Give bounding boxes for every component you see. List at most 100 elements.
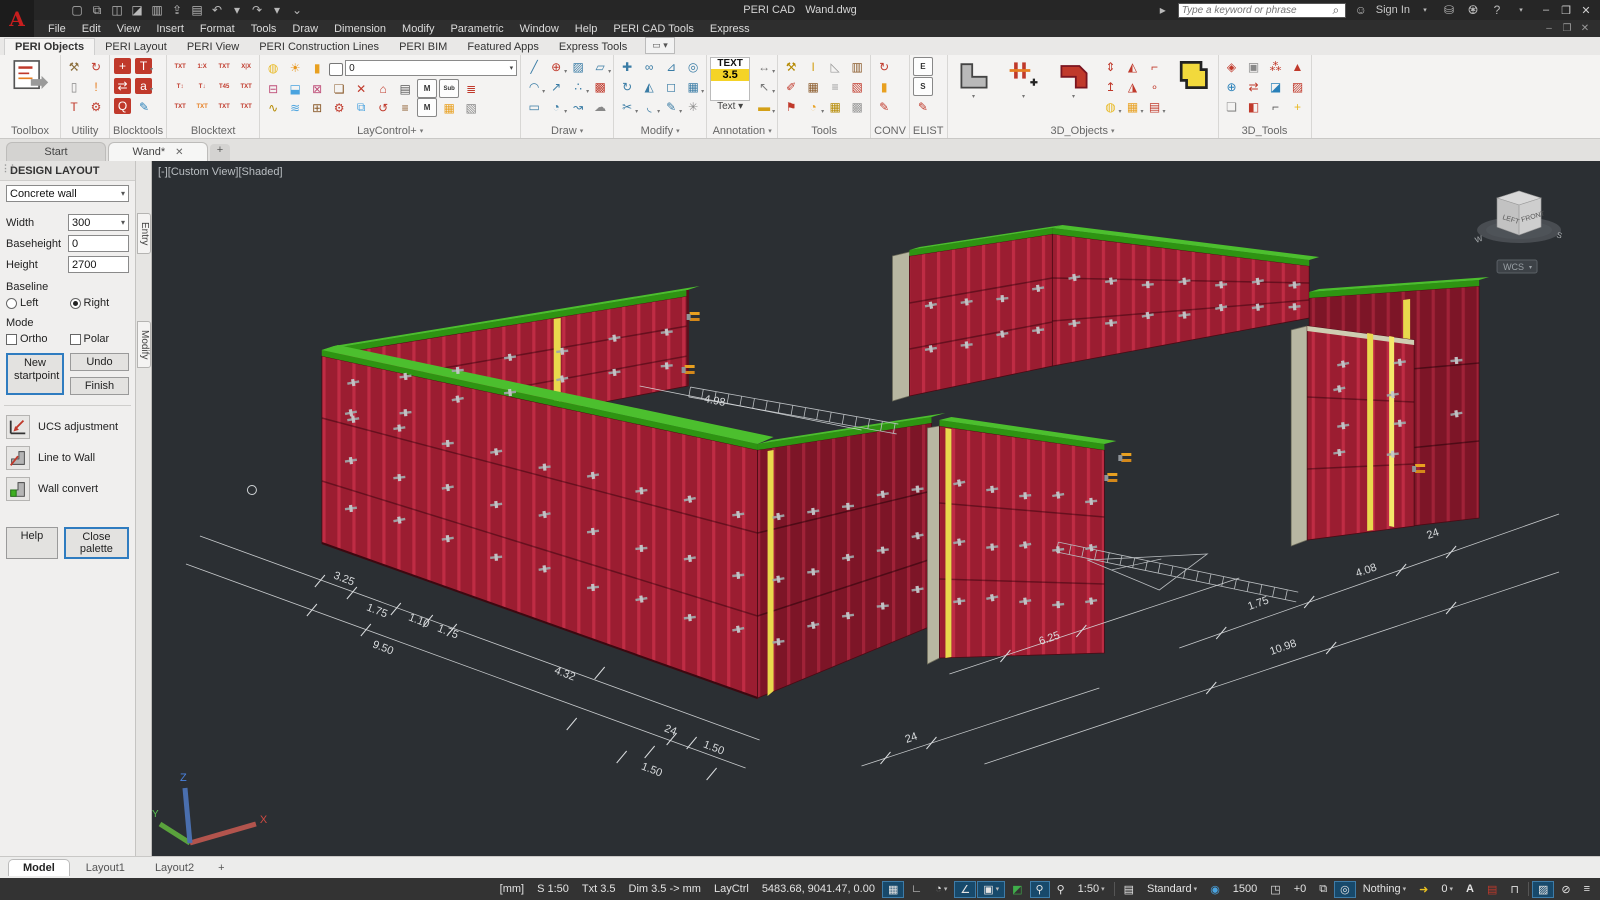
line-to-wall-tool[interactable]: Line to Wall	[6, 446, 129, 470]
app-logo[interactable]: A	[0, 0, 34, 37]
layer-stack-icon[interactable]: ≡	[395, 98, 415, 117]
text-height-icon[interactable]: T↕	[170, 77, 190, 96]
conv-update-icon[interactable]: ↻	[874, 57, 894, 76]
menu-express[interactable]: Express	[702, 22, 758, 36]
copy-objects-icon[interactable]: ❏	[1222, 97, 1242, 116]
qat-customize-icon[interactable]: ⌄	[288, 2, 306, 18]
block-add-icon[interactable]: +	[114, 58, 131, 74]
help-button[interactable]: Help	[6, 527, 58, 559]
transfer-icon[interactable]: ⇪	[168, 2, 186, 18]
dimension-icon[interactable]: ↔▾	[754, 57, 774, 76]
group-label[interactable]: Tools	[781, 123, 867, 138]
app-store-icon[interactable]: ⛁	[1440, 2, 1458, 18]
hatch-icon[interactable]: ▨	[568, 57, 588, 76]
menu-tools[interactable]: Tools	[243, 22, 285, 36]
block-text-icon[interactable]: T▾	[135, 58, 152, 74]
ortho-toggle[interactable]: ∟	[905, 881, 928, 897]
triangle-right-icon[interactable]: ◮	[1123, 77, 1143, 96]
palette-tab-entry[interactable]: Entry	[137, 213, 151, 254]
panel-height-icon[interactable]: ⇕	[1101, 57, 1121, 76]
hatch-box-icon[interactable]: ▨	[1288, 77, 1308, 96]
layout-tab-layout1[interactable]: Layout1	[72, 860, 139, 876]
minimize-button[interactable]: –	[1536, 4, 1556, 17]
circle-icon[interactable]: ◔▾	[546, 97, 566, 116]
new-file-icon[interactable]: ▢	[68, 2, 86, 18]
layer-restore-icon[interactable]: ↺	[373, 98, 393, 117]
rectangle2-icon[interactable]: ▱▾	[590, 57, 610, 76]
explode-icon[interactable]: ✳	[683, 97, 703, 116]
level-peak-icon[interactable]: ▲	[1288, 57, 1308, 76]
file-tab-wand-[interactable]: Wand*✕	[108, 142, 208, 161]
search-input[interactable]	[1179, 5, 1327, 16]
group-label[interactable]: Draw▾	[524, 123, 610, 138]
menu-edit[interactable]: Edit	[74, 22, 109, 36]
menu-insert[interactable]: Insert	[148, 22, 192, 36]
layer-fade-icon[interactable]: ≋	[285, 98, 305, 117]
help-icon[interactable]: ?	[1488, 2, 1506, 18]
text-dropdown[interactable]: Text ▾	[710, 101, 750, 112]
panel-top-icon[interactable]: ↥	[1101, 77, 1121, 96]
globe-tool-icon[interactable]: ⊕	[1222, 77, 1242, 96]
group-label[interactable]: Blocktools	[113, 123, 163, 138]
layer-isolate-icon[interactable]: ⊠	[307, 79, 327, 98]
layer-combo[interactable]: 0▾	[345, 60, 517, 76]
triangle-left-icon[interactable]: ◭	[1123, 57, 1143, 76]
trim-icon[interactable]: ✂▾	[617, 97, 637, 116]
group-label[interactable]: 3D_Objects▾	[951, 123, 1215, 138]
annotation-scale-display[interactable]: 1:50▾	[1072, 881, 1111, 897]
polar-checkbox[interactable]: Polar	[70, 333, 130, 345]
text-lock-icon[interactable]: TXT	[236, 97, 256, 116]
line-icon[interactable]: ╱	[524, 57, 544, 76]
ribbon-tab-peri-objects[interactable]: PERI Objects	[4, 38, 95, 55]
wall-type-select[interactable]: Concrete wall▾	[6, 185, 129, 202]
rotate-panel-icon[interactable]: ⇄	[1244, 77, 1264, 96]
help-dropdown-icon[interactable]: ▾	[1512, 2, 1530, 18]
prop-tool-icon[interactable]: ⚒	[781, 57, 801, 76]
layer-bulb-icon[interactable]: ◍	[263, 59, 283, 78]
height-input[interactable]: 2700	[68, 256, 129, 273]
ramp-icon[interactable]: ◺	[825, 57, 845, 76]
undo-button[interactable]: Undo	[70, 353, 129, 371]
sign-in-dropdown-icon[interactable]: ▾	[1416, 2, 1434, 18]
text-angle-icon[interactable]: T45	[214, 77, 234, 96]
filter-count-display[interactable]: 0▾	[1435, 881, 1459, 897]
group-label[interactable]: 3D_Tools	[1222, 123, 1308, 138]
center-mark-icon[interactable]: ⊕▾	[546, 57, 566, 76]
stretch-icon[interactable]: ⊿	[661, 57, 681, 76]
elist-edit-icon[interactable]: ✎	[913, 97, 933, 116]
rectangle-icon[interactable]: ▭	[524, 97, 544, 116]
match-properties-icon[interactable]: M	[417, 79, 437, 98]
revision-cloud-icon[interactable]: ☁	[590, 97, 610, 116]
layout-tab-model[interactable]: Model	[8, 859, 70, 876]
block-replace-icon[interactable]: ⇄	[114, 78, 131, 94]
object-snap-toggle[interactable]: ▣▾	[977, 881, 1005, 898]
spanner-icon[interactable]: ⚒	[64, 57, 84, 76]
text-turn-icon[interactable]: TXT	[214, 97, 234, 116]
palette-tab-modify[interactable]: Modify	[137, 321, 151, 368]
group-label[interactable]: Annotation▾	[710, 123, 774, 138]
text-style-icon[interactable]: TEXT3.5	[710, 57, 750, 101]
ribbon-tab-express-tools[interactable]: Express Tools	[549, 39, 637, 55]
new-drawing-icon[interactable]: ▯	[64, 77, 84, 96]
array-icon[interactable]: ▦▾	[683, 77, 703, 96]
template-text-icon[interactable]: T	[64, 97, 84, 116]
fillet-icon[interactable]: ◟▾	[639, 97, 659, 116]
open-file-icon[interactable]: ⧉	[88, 2, 106, 18]
new-startpoint-button[interactable]: New startpoint	[6, 353, 64, 395]
annotation-monitor-icon[interactable]: ◳	[1264, 881, 1286, 898]
layer-home-icon[interactable]: ⌂	[373, 79, 393, 98]
spray-points-icon[interactable]: ⁂	[1266, 57, 1286, 76]
menu-parametric[interactable]: Parametric	[442, 22, 511, 36]
units-globe-icon[interactable]: ◉	[1204, 881, 1226, 898]
ribbon-tab-peri-layout[interactable]: PERI Layout	[95, 39, 177, 55]
group-label[interactable]: ELIST	[913, 123, 944, 138]
group-label[interactable]: LayControl+▾	[263, 123, 517, 138]
baseline-right-radio[interactable]: Right	[70, 297, 130, 309]
annotation-visibility-toggle[interactable]: ⚲	[1030, 881, 1050, 898]
redo-icon[interactable]: ↷	[248, 2, 266, 18]
menu-modify[interactable]: Modify	[394, 22, 442, 36]
cross-brace-icon[interactable]: ▧	[847, 77, 867, 96]
ladder-icon[interactable]: ≡	[825, 77, 845, 96]
pen-tool-icon[interactable]: ✐	[781, 77, 801, 96]
workspace-display[interactable]: Standard▾	[1141, 881, 1203, 897]
